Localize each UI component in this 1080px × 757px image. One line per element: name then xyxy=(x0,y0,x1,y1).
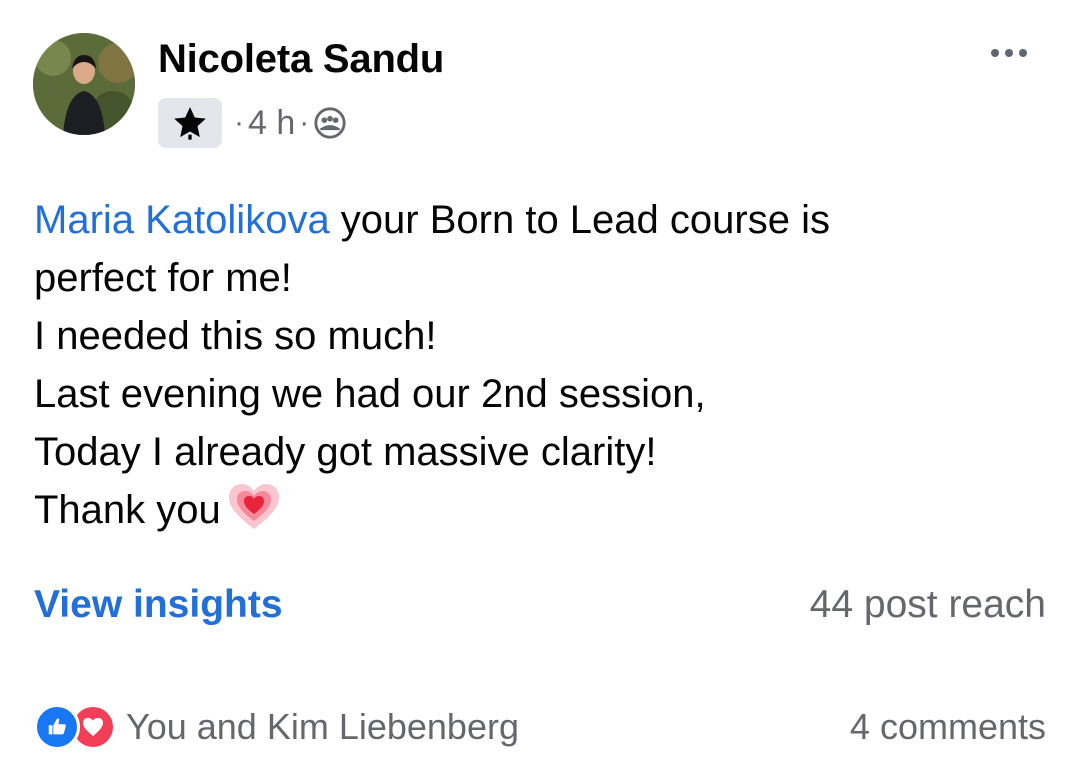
author-name[interactable]: Nicoleta Sandu xyxy=(158,37,444,82)
star-icon xyxy=(174,107,206,140)
post-body: Maria Katolikova your Born to Lead cours… xyxy=(34,191,1044,547)
meta-separator: · xyxy=(299,106,310,139)
more-dot xyxy=(1005,49,1013,57)
post-text: your Born to Lead course is xyxy=(329,198,830,242)
author-avatar[interactable] xyxy=(33,33,135,135)
comments-count-link[interactable]: 4 comments xyxy=(850,706,1046,748)
reaction-names: You and Kim Liebenberg xyxy=(126,706,519,747)
post-reach: 44 post reach xyxy=(809,583,1046,626)
post-line-1: Maria Katolikova your Born to Lead cours… xyxy=(34,191,1044,249)
mention-link[interactable]: Maria Katolikova xyxy=(34,198,330,242)
more-horizontal-icon xyxy=(991,49,999,57)
post-line-3: I needed this so much! xyxy=(34,314,437,358)
post-line-4: Last evening we had our 2nd session, xyxy=(34,372,706,416)
reactions-summary[interactable]: You and Kim Liebenberg xyxy=(34,704,519,750)
post-text: Thank you xyxy=(34,488,221,532)
post-timestamp[interactable]: 4 h xyxy=(248,104,295,143)
like-icon xyxy=(34,704,80,750)
growing-heart-icon xyxy=(227,483,281,547)
more-dot xyxy=(1019,49,1027,57)
view-insights-link[interactable]: View insights xyxy=(34,583,283,627)
post-line-2: perfect for me! xyxy=(34,256,292,300)
more-options-button[interactable] xyxy=(985,39,1033,67)
meta-separator: · xyxy=(234,106,244,139)
post-line-5: Today I already got massive clarity! xyxy=(34,430,657,474)
post-line-6: Thank you xyxy=(34,481,1044,547)
badge-chip[interactable] xyxy=(158,98,222,148)
group-icon xyxy=(314,107,346,139)
post-meta: · 4 h · xyxy=(158,98,347,148)
